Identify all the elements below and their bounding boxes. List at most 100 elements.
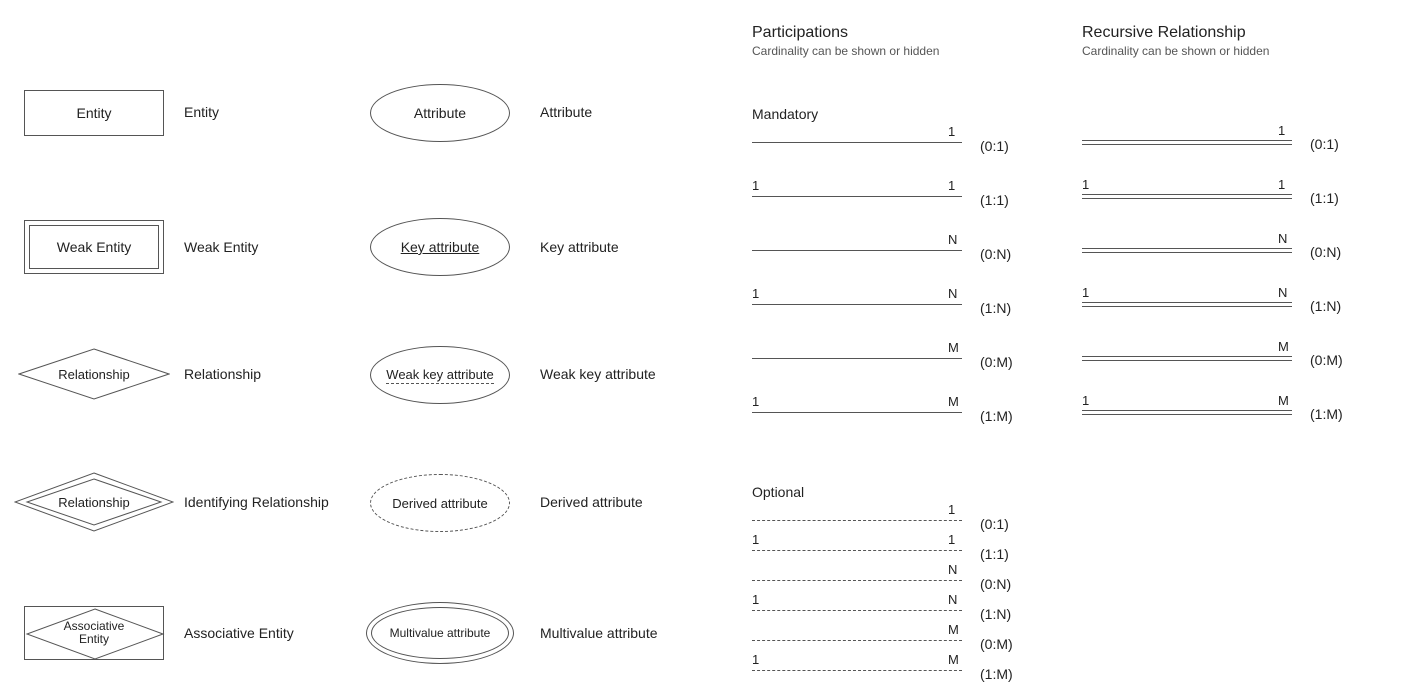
attribute-label: Attribute — [540, 104, 592, 120]
mandatory-1-line — [752, 196, 962, 197]
relationship-label: Relationship — [184, 366, 261, 382]
optional-4-right: M — [948, 622, 959, 637]
recursive-0-line-top — [1082, 140, 1292, 141]
weak-entity-symbol: Weak Entity — [24, 220, 164, 274]
recursive-2-right: N — [1278, 231, 1287, 246]
recursive-2-line-top — [1082, 248, 1292, 249]
mandatory-0-caption: (0:1) — [980, 138, 1009, 154]
key-attribute-symbol-text: Key attribute — [401, 239, 480, 255]
weak-key-attribute-symbol-text: Weak key attribute — [386, 367, 493, 384]
recursive-3-line-top — [1082, 302, 1292, 303]
recursive-1-line-top — [1082, 194, 1292, 195]
recursive-subtitle: Cardinality can be shown or hidden — [1082, 44, 1269, 58]
mandatory-3-caption: (1:N) — [980, 300, 1011, 316]
mandatory-3-left: 1 — [752, 286, 759, 301]
mandatory-label: Mandatory — [752, 106, 818, 122]
mandatory-1-right: 1 — [948, 178, 955, 193]
key-attribute-label: Key attribute — [540, 239, 619, 255]
recursive-4-line-bot — [1082, 360, 1292, 361]
participations-title: Participations — [752, 24, 848, 42]
key-attribute-symbol: Key attribute — [370, 218, 510, 276]
recursive-5-line-top — [1082, 410, 1292, 411]
multivalue-attribute-symbol-text: Multivalue attribute — [390, 626, 491, 640]
recursive-0-right: 1 — [1278, 123, 1285, 138]
relationship-symbol: Relationship — [18, 348, 170, 400]
recursive-title: Recursive Relationship — [1082, 24, 1246, 42]
mandatory-3-right: N — [948, 286, 957, 301]
optional-3-left: 1 — [752, 592, 759, 607]
recursive-4-caption: (0:M) — [1310, 352, 1343, 368]
mandatory-5-right: M — [948, 394, 959, 409]
attribute-symbol: Attribute — [370, 84, 510, 142]
optional-4-caption: (0:M) — [980, 636, 1013, 652]
weak-key-attribute-label: Weak key attribute — [540, 366, 656, 382]
participations-subtitle: Cardinality can be shown or hidden — [752, 44, 939, 58]
optional-0-line — [752, 520, 962, 521]
optional-3-right: N — [948, 592, 957, 607]
mandatory-2-caption: (0:N) — [980, 246, 1011, 262]
optional-label: Optional — [752, 484, 804, 500]
mandatory-1-caption: (1:1) — [980, 192, 1009, 208]
mandatory-4-right: M — [948, 340, 959, 355]
optional-2-caption: (0:N) — [980, 576, 1011, 592]
weak-key-attribute-symbol: Weak key attribute — [370, 346, 510, 404]
associative-entity-symbol: Associative Entity — [24, 606, 164, 660]
optional-2-line — [752, 580, 962, 581]
mandatory-5-left: 1 — [752, 394, 759, 409]
recursive-2-caption: (0:N) — [1310, 244, 1341, 260]
optional-3-caption: (1:N) — [980, 606, 1011, 622]
mandatory-2-right: N — [948, 232, 957, 247]
optional-0-caption: (0:1) — [980, 516, 1009, 532]
derived-attribute-symbol-text: Derived attribute — [392, 496, 487, 511]
recursive-3-caption: (1:N) — [1310, 298, 1341, 314]
recursive-3-right: N — [1278, 285, 1287, 300]
recursive-0-caption: (0:1) — [1310, 136, 1339, 152]
mandatory-5-line — [752, 412, 962, 413]
recursive-3-line-bot — [1082, 306, 1292, 307]
attribute-symbol-text: Attribute — [414, 105, 466, 121]
optional-5-caption: (1:M) — [980, 666, 1013, 682]
identifying-relationship-symbol-text: Relationship — [14, 472, 174, 532]
optional-5-line — [752, 670, 962, 671]
relationship-symbol-text: Relationship — [18, 348, 170, 400]
recursive-2-line-bot — [1082, 252, 1292, 253]
associative-entity-symbol-text-2: Entity — [79, 633, 109, 646]
optional-1-caption: (1:1) — [980, 546, 1009, 562]
weak-entity-symbol-text: Weak Entity — [57, 239, 131, 255]
entity-label: Entity — [184, 104, 219, 120]
recursive-5-left: 1 — [1082, 393, 1089, 408]
mandatory-2-line — [752, 250, 962, 251]
recursive-5-right: M — [1278, 393, 1289, 408]
optional-3-line — [752, 610, 962, 611]
multivalue-attribute-symbol: Multivalue attribute — [366, 602, 514, 664]
derived-attribute-label: Derived attribute — [540, 494, 643, 510]
entity-symbol-text: Entity — [76, 105, 111, 121]
mandatory-3-line — [752, 304, 962, 305]
optional-0-right: 1 — [948, 502, 955, 517]
optional-2-right: N — [948, 562, 957, 577]
associative-entity-label: Associative Entity — [184, 625, 294, 641]
mandatory-1-left: 1 — [752, 178, 759, 193]
optional-1-line — [752, 550, 962, 551]
recursive-0-line-bot — [1082, 144, 1292, 145]
mandatory-5-caption: (1:M) — [980, 408, 1013, 424]
recursive-1-caption: (1:1) — [1310, 190, 1339, 206]
recursive-3-left: 1 — [1082, 285, 1089, 300]
optional-1-right: 1 — [948, 532, 955, 547]
mandatory-0-line — [752, 142, 962, 143]
weak-entity-label: Weak Entity — [184, 239, 258, 255]
recursive-5-line-bot — [1082, 414, 1292, 415]
recursive-1-right: 1 — [1278, 177, 1285, 192]
derived-attribute-symbol: Derived attribute — [370, 474, 510, 532]
recursive-5-caption: (1:M) — [1310, 406, 1343, 422]
mandatory-4-caption: (0:M) — [980, 354, 1013, 370]
recursive-1-left: 1 — [1082, 177, 1089, 192]
entity-symbol: Entity — [24, 90, 164, 136]
mandatory-0-right: 1 — [948, 124, 955, 139]
optional-5-left: 1 — [752, 652, 759, 667]
optional-4-line — [752, 640, 962, 641]
optional-5-right: M — [948, 652, 959, 667]
identifying-relationship-label: Identifying Relationship — [184, 494, 329, 510]
recursive-1-line-bot — [1082, 198, 1292, 199]
mandatory-4-line — [752, 358, 962, 359]
